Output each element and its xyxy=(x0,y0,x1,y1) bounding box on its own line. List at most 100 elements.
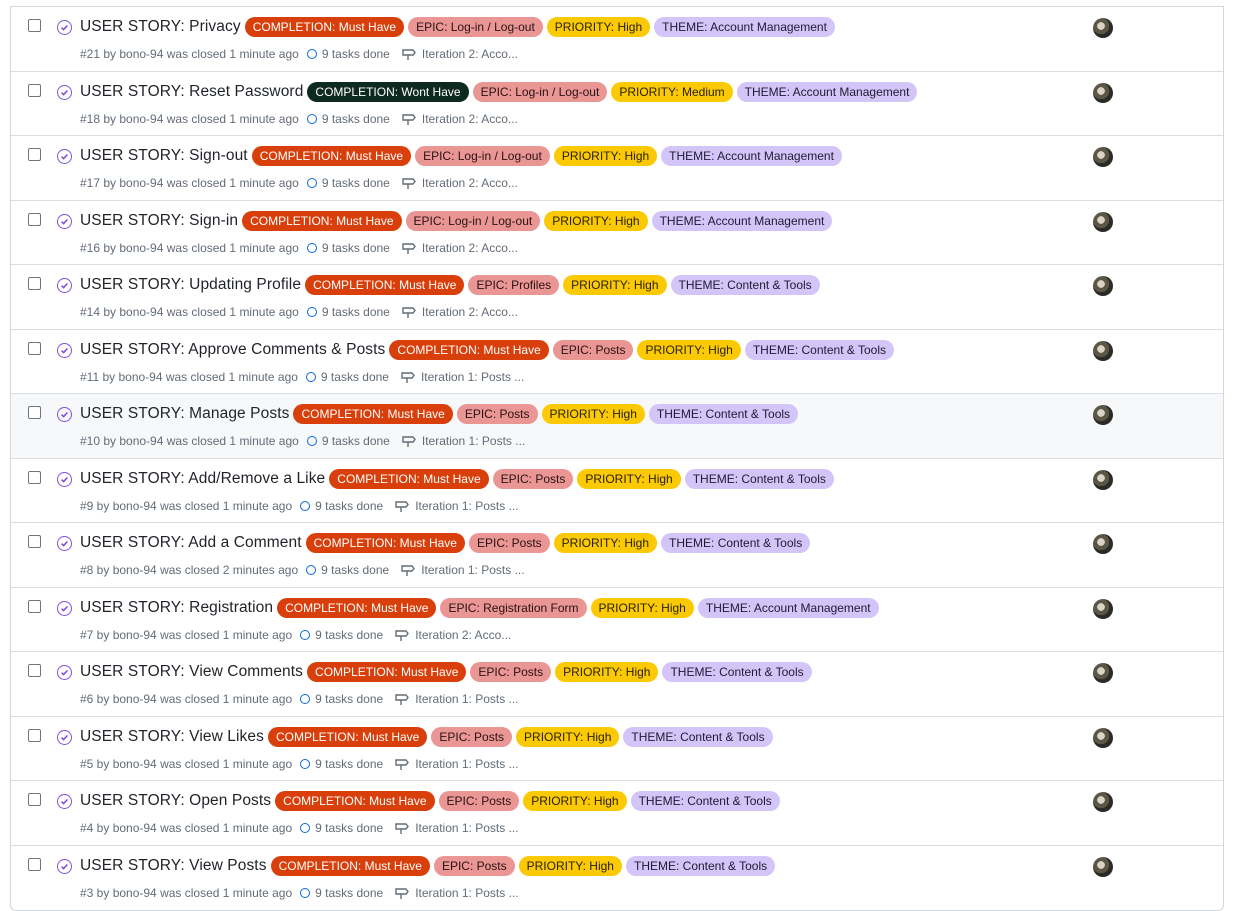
label-epic[interactable]: EPIC: Posts xyxy=(552,339,634,360)
assignee-avatar[interactable] xyxy=(1093,211,1113,232)
select-checkbox[interactable] xyxy=(28,470,41,484)
label-epic[interactable]: EPIC: Posts xyxy=(433,855,515,876)
label-completion[interactable]: COMPLETION: Wont Have xyxy=(307,81,469,102)
label-theme[interactable]: THEME: Content & Tools xyxy=(623,726,773,747)
milestone-link[interactable]: Iteration 2: Acco... xyxy=(415,628,511,642)
label-epic[interactable]: EPIC: Log-in / Log-out xyxy=(408,17,543,37)
label-completion[interactable]: COMPLETION: Must Have xyxy=(267,726,428,747)
label-theme[interactable]: THEME: Content & Tools xyxy=(662,662,812,682)
issue-title[interactable]: USER STORY: Registration xyxy=(80,599,273,617)
label-theme[interactable]: THEME: Account Management xyxy=(651,210,833,231)
label-priority[interactable]: PRIORITY: High xyxy=(553,533,658,553)
issue-row[interactable]: USER STORY: Sign-out COMPLETION: Must Ha… xyxy=(11,136,1223,201)
issue-row[interactable]: USER STORY: Add a Comment COMPLETION: Mu… xyxy=(11,523,1223,588)
label-priority[interactable]: PRIORITY: High xyxy=(546,17,651,37)
select-checkbox[interactable] xyxy=(28,664,41,677)
select-checkbox[interactable] xyxy=(28,728,41,742)
label-epic[interactable]: EPIC: Log-in / Log-out xyxy=(472,81,608,102)
select-checkbox[interactable] xyxy=(28,406,41,419)
label-epic[interactable]: EPIC: Posts xyxy=(492,468,574,489)
issue-row[interactable]: USER STORY: Manage Posts COMPLETION: Mus… xyxy=(11,394,1223,459)
issue-row[interactable]: USER STORY: Registration COMPLETION: Mus… xyxy=(11,588,1223,652)
issue-row[interactable]: USER STORY: Reset Password COMPLETION: W… xyxy=(11,72,1223,136)
issue-row[interactable]: USER STORY: Open Posts COMPLETION: Must … xyxy=(11,781,1223,846)
label-epic[interactable]: EPIC: Posts xyxy=(431,726,513,747)
label-theme[interactable]: THEME: Content & Tools xyxy=(684,468,834,489)
milestone-link[interactable]: Iteration 1: Posts ... xyxy=(415,757,518,771)
label-theme[interactable]: THEME: Content & Tools xyxy=(625,855,776,876)
label-priority[interactable]: PRIORITY: High xyxy=(553,146,658,166)
label-priority[interactable]: PRIORITY: High xyxy=(523,791,627,811)
milestone-link[interactable]: Iteration 2: Acco... xyxy=(422,241,518,255)
label-theme[interactable]: THEME: Account Management xyxy=(697,597,879,618)
issue-title[interactable]: USER STORY: View Posts xyxy=(80,857,267,875)
issue-title[interactable]: USER STORY: Updating Profile xyxy=(80,276,301,294)
issue-title[interactable]: USER STORY: Privacy xyxy=(80,18,241,36)
assignee-avatar[interactable] xyxy=(1093,405,1113,425)
label-theme[interactable]: THEME: Content & Tools xyxy=(744,339,894,360)
assignee-avatar[interactable] xyxy=(1093,82,1113,103)
label-completion[interactable]: COMPLETION: Must Have xyxy=(244,17,405,37)
issue-title[interactable]: USER STORY: View Likes xyxy=(80,728,264,746)
issue-row[interactable]: USER STORY: View Likes COMPLETION: Must … xyxy=(11,717,1223,781)
select-checkbox[interactable] xyxy=(28,341,41,355)
label-completion[interactable]: COMPLETION: Must Have xyxy=(305,275,465,295)
milestone-link[interactable]: Iteration 2: Acco... xyxy=(422,305,518,319)
assignee-avatar[interactable] xyxy=(1093,534,1113,554)
select-checkbox[interactable] xyxy=(28,277,41,290)
label-completion[interactable]: COMPLETION: Must Have xyxy=(251,146,412,166)
issue-title[interactable]: USER STORY: Manage Posts xyxy=(80,405,289,423)
label-completion[interactable]: COMPLETION: Must Have xyxy=(242,210,402,231)
assignee-avatar[interactable] xyxy=(1093,792,1113,812)
label-epic[interactable]: EPIC: Posts xyxy=(438,791,520,811)
select-checkbox[interactable] xyxy=(28,212,41,226)
milestone-link[interactable]: Iteration 1: Posts ... xyxy=(415,692,518,706)
issue-row[interactable]: USER STORY: Privacy COMPLETION: Must Hav… xyxy=(11,7,1223,72)
label-completion[interactable]: COMPLETION: Must Have xyxy=(270,855,430,876)
assignee-avatar[interactable] xyxy=(1093,340,1113,361)
label-priority[interactable]: PRIORITY: High xyxy=(518,855,622,876)
label-epic[interactable]: EPIC: Posts xyxy=(456,404,538,424)
label-theme[interactable]: THEME: Account Management xyxy=(736,81,918,102)
label-completion[interactable]: COMPLETION: Must Have xyxy=(305,533,465,553)
label-theme[interactable]: THEME: Content & Tools xyxy=(670,275,820,295)
milestone-link[interactable]: Iteration 1: Posts ... xyxy=(421,563,524,577)
issue-title[interactable]: USER STORY: Sign-out xyxy=(80,147,248,165)
issue-row[interactable]: USER STORY: View Posts COMPLETION: Must … xyxy=(11,846,1223,911)
label-theme[interactable]: THEME: Account Management xyxy=(654,17,835,37)
assignee-avatar[interactable] xyxy=(1093,276,1113,296)
assignee-avatar[interactable] xyxy=(1093,18,1113,38)
milestone-link[interactable]: Iteration 1: Posts ... xyxy=(415,499,518,513)
label-priority[interactable]: PRIORITY: High xyxy=(555,662,659,682)
label-epic[interactable]: EPIC: Log-in / Log-out xyxy=(415,146,550,166)
label-epic[interactable]: EPIC: Log-in / Log-out xyxy=(405,210,541,231)
issue-row[interactable]: USER STORY: Approve Comments & Posts COM… xyxy=(11,330,1223,394)
assignee-avatar[interactable] xyxy=(1093,663,1113,683)
label-priority[interactable]: PRIORITY: High xyxy=(577,468,681,489)
issue-row[interactable]: USER STORY: Updating Profile COMPLETION:… xyxy=(11,265,1223,330)
milestone-link[interactable]: Iteration 2: Acco... xyxy=(422,176,518,190)
issue-row[interactable]: USER STORY: View Comments COMPLETION: Mu… xyxy=(11,652,1223,717)
milestone-link[interactable]: Iteration 2: Acco... xyxy=(422,47,518,61)
milestone-link[interactable]: Iteration 1: Posts ... xyxy=(415,886,518,900)
label-priority[interactable]: PRIORITY: High xyxy=(590,597,694,618)
label-priority[interactable]: PRIORITY: High xyxy=(516,726,620,747)
milestone-link[interactable]: Iteration 1: Posts ... xyxy=(415,821,518,835)
milestone-link[interactable]: Iteration 2: Acco... xyxy=(422,112,518,126)
assignee-avatar[interactable] xyxy=(1093,469,1113,490)
issue-title[interactable]: USER STORY: Add/Remove a Like xyxy=(80,470,325,488)
issue-title[interactable]: USER STORY: Approve Comments & Posts xyxy=(80,341,385,359)
label-epic[interactable]: EPIC: Posts xyxy=(468,533,550,553)
issue-title[interactable]: USER STORY: Open Posts xyxy=(80,792,271,810)
assignee-avatar[interactable] xyxy=(1093,147,1113,167)
label-priority[interactable]: PRIORITY: High xyxy=(541,404,645,424)
assignee-avatar[interactable] xyxy=(1093,598,1113,619)
issue-title[interactable]: USER STORY: Sign-in xyxy=(80,212,238,230)
assignee-avatar[interactable] xyxy=(1093,856,1113,877)
label-epic[interactable]: EPIC: Posts xyxy=(470,662,552,682)
issue-row[interactable]: USER STORY: Add/Remove a Like COMPLETION… xyxy=(11,459,1223,523)
assignee-avatar[interactable] xyxy=(1093,727,1113,748)
label-priority[interactable]: PRIORITY: High xyxy=(637,339,741,360)
label-completion[interactable]: COMPLETION: Must Have xyxy=(389,339,549,360)
milestone-link[interactable]: Iteration 1: Posts ... xyxy=(422,434,525,448)
